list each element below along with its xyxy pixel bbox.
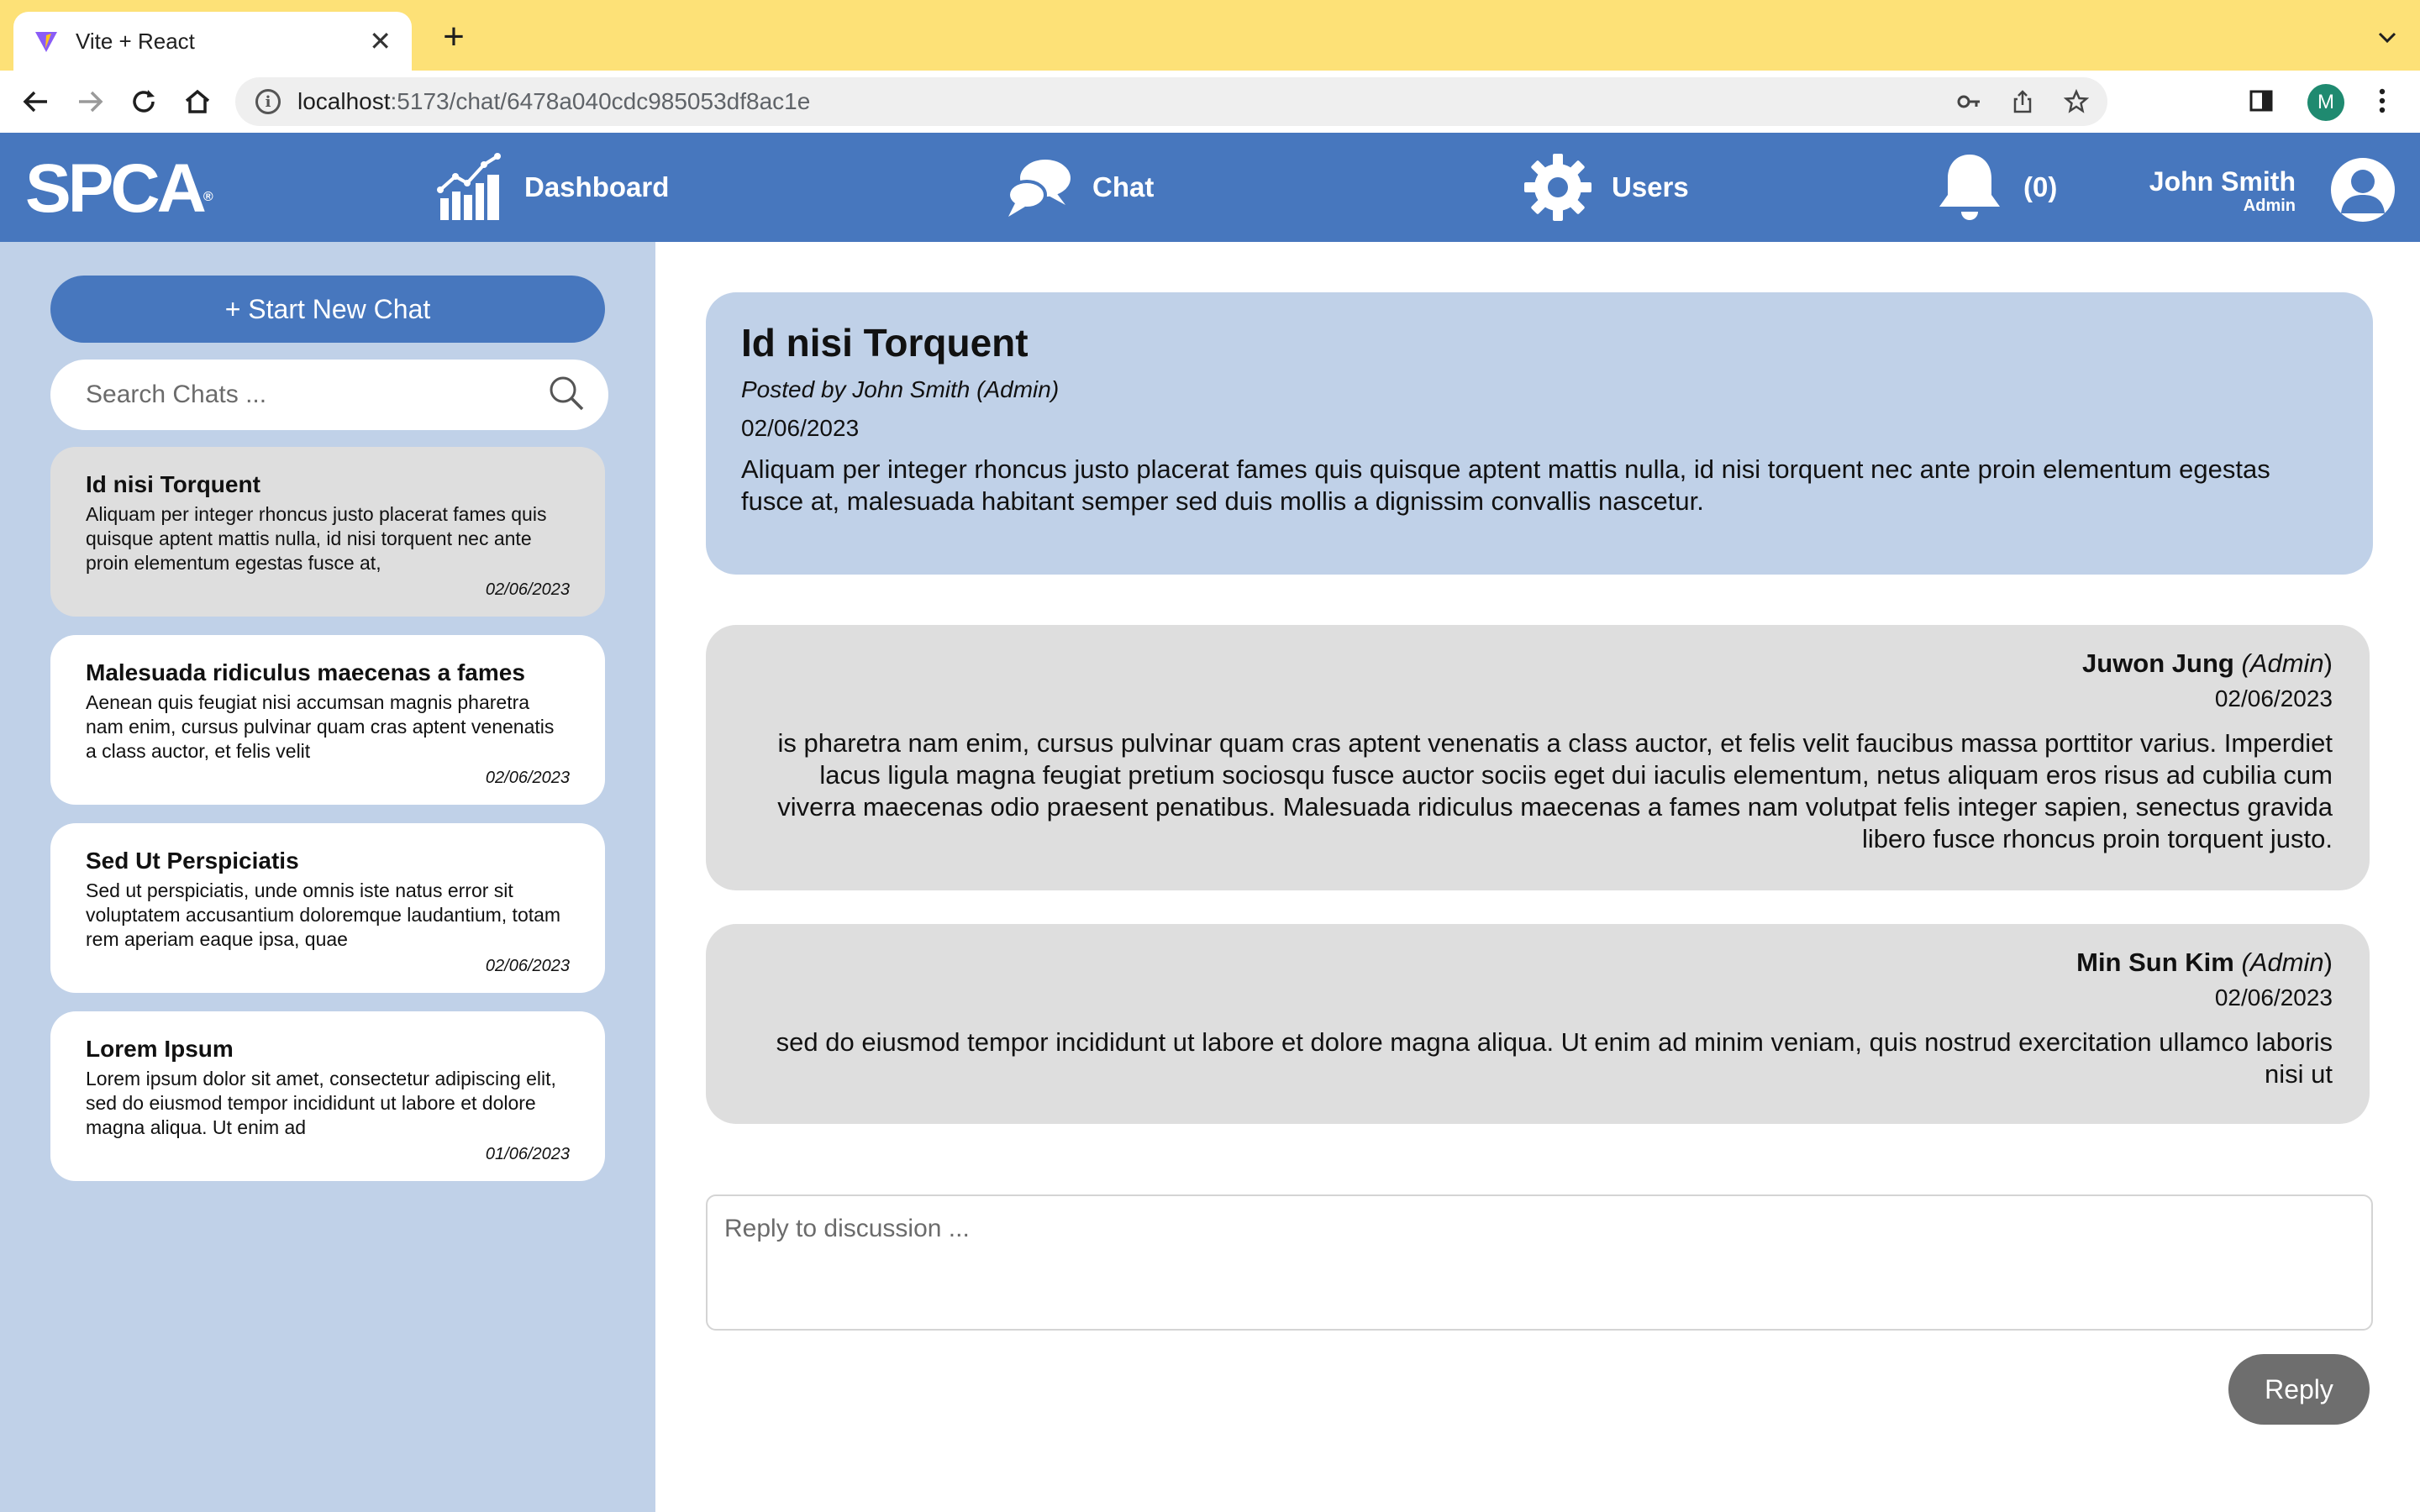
nav-dashboard-label: Dashboard <box>524 171 670 202</box>
chat-item-date: 02/06/2023 <box>485 580 570 599</box>
chat-sidebar: + Start New Chat Id nisi Torquent Aliqua… <box>0 242 655 1512</box>
browser-tabstrip: Vite + React ✕ + <box>0 0 2420 71</box>
reply-author: Juwon Jung (Admin) <box>2082 648 2333 678</box>
gear-icon <box>1524 154 1591 221</box>
chevron-down-icon[interactable] <box>2375 25 2400 50</box>
user-role: Admin <box>2243 197 2296 215</box>
url-text: localhost:5173/chat/6478a040cdc985053df8… <box>297 88 811 114</box>
bar-chart-icon <box>437 153 501 220</box>
post-date: 02/06/2023 <box>741 415 860 441</box>
forward-arrow-icon[interactable] <box>72 84 108 119</box>
chat-item-title: Sed Ut Perspiciatis <box>86 848 299 874</box>
reply-text: sed do eiusmod tempor incididunt ut labo… <box>776 1027 2333 1089</box>
search-icon[interactable] <box>548 375 585 416</box>
post-author: Posted by John Smith (Admin) <box>741 376 1060 402</box>
key-icon[interactable] <box>1954 87 1983 116</box>
reply-message: Juwon Jung (Admin) 02/06/2023 is pharetr… <box>706 625 2370 890</box>
post-title: Id nisi Torquent <box>741 321 1028 365</box>
nav-notifications[interactable]: (0) <box>1934 151 2057 223</box>
chat-item-preview: Aliquam per integer rhoncus justo placer… <box>86 503 547 574</box>
original-post: Id nisi Torquent Posted by John Smith (A… <box>706 292 2373 575</box>
reply-author: Min Sun Kim (Admin) <box>2076 948 2333 977</box>
side-panel-icon[interactable] <box>2249 88 2274 118</box>
chat-item-title: Malesuada ridiculus maecenas a fames <box>86 659 525 685</box>
nav-users-label: Users <box>1612 171 1689 202</box>
nav-dashboard[interactable]: Dashboard <box>437 151 669 223</box>
start-new-chat-button[interactable]: + Start New Chat <box>50 276 605 343</box>
notification-count: (0) <box>2023 171 2058 202</box>
post-body: Aliquam per integer rhoncus justo placer… <box>741 454 2270 516</box>
chat-item-date: 01/06/2023 <box>485 1145 570 1163</box>
share-icon[interactable] <box>2008 87 2037 116</box>
chat-item-title: Id nisi Torquent <box>86 471 260 497</box>
browser-tab[interactable]: Vite + React ✕ <box>13 12 412 71</box>
user-avatar-icon[interactable] <box>2331 158 2395 222</box>
home-icon[interactable] <box>180 84 215 119</box>
search-chats-box <box>50 360 608 430</box>
user-info[interactable]: John Smith Admin <box>2149 166 2296 215</box>
kebab-menu-icon[interactable] <box>2378 87 2386 118</box>
user-name: John Smith <box>2149 166 2296 197</box>
reply-message: Min Sun Kim (Admin) 02/06/2023 sed do ei… <box>706 924 2370 1124</box>
address-bar[interactable]: i localhost:5173/chat/6478a040cdc985053d… <box>235 77 2107 126</box>
chat-list-item[interactable]: Malesuada ridiculus maecenas a fames Aen… <box>50 635 605 805</box>
chat-list-item[interactable]: Lorem Ipsum Lorem ipsum dolor sit amet, … <box>50 1011 605 1181</box>
chat-list-item[interactable]: Id nisi Torquent Aliquam per integer rho… <box>50 447 605 617</box>
chat-item-date: 02/06/2023 <box>485 769 570 787</box>
spca-logo[interactable]: SPCA® <box>25 151 213 227</box>
search-chats-input[interactable] <box>86 381 548 409</box>
reload-icon[interactable] <box>126 84 161 119</box>
nav-users[interactable]: Users <box>1523 151 1689 223</box>
reply-date: 02/06/2023 <box>2214 685 2333 711</box>
chat-item-title: Lorem Ipsum <box>86 1036 234 1062</box>
new-tab-icon[interactable]: + <box>435 18 472 55</box>
reply-date: 02/06/2023 <box>2214 984 2333 1011</box>
vite-favicon-icon <box>32 27 60 55</box>
browser-toolbar: i localhost:5173/chat/6478a040cdc985053d… <box>0 71 2420 133</box>
profile-avatar[interactable]: M <box>2307 84 2344 121</box>
chat-list-item[interactable]: Sed Ut Perspiciatis Sed ut perspiciatis,… <box>50 823 605 993</box>
reply-text: is pharetra nam enim, cursus pulvinar qu… <box>777 728 2333 853</box>
nav-chat[interactable]: Chat <box>1005 151 1154 223</box>
chat-item-date: 02/06/2023 <box>485 957 570 975</box>
chat-bubbles-icon <box>1007 160 1071 217</box>
back-arrow-icon[interactable] <box>18 84 54 119</box>
chat-item-preview: Sed ut perspiciatis, unde omnis iste nat… <box>86 879 561 950</box>
app-header: SPCA® Dashboard Chat Users (0) John Smit… <box>0 133 2420 242</box>
reply-textarea[interactable] <box>706 1194 2373 1331</box>
chat-item-preview: Lorem ipsum dolor sit amet, consectetur … <box>86 1068 556 1138</box>
site-info-icon[interactable]: i <box>255 89 281 114</box>
chat-item-preview: Aenean quis feugiat nisi accumsan magnis… <box>86 691 555 762</box>
nav-chat-label: Chat <box>1092 171 1155 202</box>
reply-button[interactable]: Reply <box>2228 1354 2370 1425</box>
tab-title: Vite + React <box>76 28 195 54</box>
bell-icon <box>1939 155 2000 220</box>
close-tab-icon[interactable]: ✕ <box>369 28 392 55</box>
bookmark-star-icon[interactable] <box>2062 87 2091 116</box>
